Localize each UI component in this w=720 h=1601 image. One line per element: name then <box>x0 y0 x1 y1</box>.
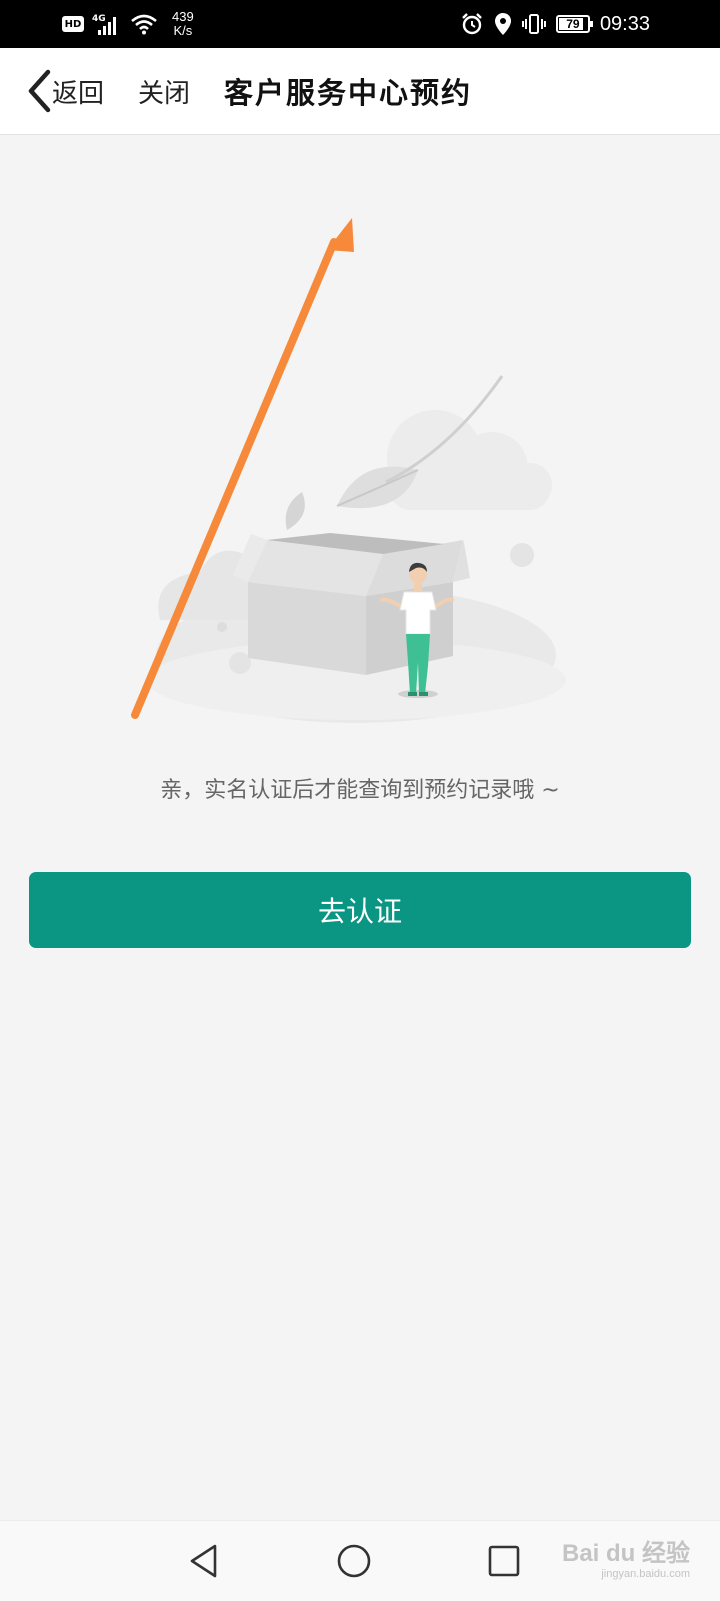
baidu-watermark: Bai du 经验 jingyan.baidu.com <box>562 1533 690 1580</box>
empty-state-illustration <box>131 218 566 723</box>
bubble <box>217 622 227 632</box>
triangle-back-icon <box>190 1544 217 1578</box>
alarm-icon <box>462 13 482 35</box>
square-recents-icon <box>488 1545 520 1577</box>
network-type-label: 4G <box>92 14 106 24</box>
wifi-icon <box>131 14 157 35</box>
nav-back-button[interactable] <box>184 1541 224 1581</box>
nav-header: 返回 关闭 客户服务中心预约 <box>0 48 720 135</box>
back-button[interactable]: 返回 <box>26 68 104 114</box>
watermark-url: jingyan.baidu.com <box>601 1568 690 1580</box>
bubble <box>229 652 251 674</box>
status-left: HD 4G 439 K/s <box>62 8 194 40</box>
net-speed-value: 439 <box>172 9 194 24</box>
chevron-left-icon <box>28 69 51 113</box>
hd-icon: HD <box>62 16 84 32</box>
page-title: 客户服务中心预约 <box>224 76 473 110</box>
status-right: 79 09:33 <box>460 8 650 40</box>
close-button[interactable]: 关闭 <box>138 68 190 114</box>
vibrate-icon <box>521 14 546 34</box>
net-speed: 439 K/s <box>172 10 194 38</box>
nav-home-button[interactable] <box>334 1541 374 1581</box>
nav-recents-button[interactable] <box>484 1541 524 1581</box>
close-label: 关闭 <box>138 78 191 109</box>
battery-level: 79 <box>566 17 580 31</box>
battery-icon: 79 <box>555 15 593 33</box>
net-speed-unit: K/s <box>173 23 193 38</box>
clock: 09:33 <box>599 12 650 35</box>
cloud-icon <box>387 410 552 510</box>
status-bar: HD 4G 439 K/s 79 09:33 <box>0 0 720 48</box>
cellular-signal-icon: 4G <box>92 14 116 35</box>
back-label: 返回 <box>52 78 105 109</box>
system-nav-bar: Bai du 经验 jingyan.baidu.com <box>0 1520 720 1601</box>
small-leaf-icon <box>285 492 305 530</box>
verify-button[interactable]: 去认证 <box>29 872 691 948</box>
empty-state-message: 亲，实名认证后才能查询到预约记录哦 ~ <box>160 778 560 803</box>
watermark-brand: Bai du 经验 <box>561 1540 690 1567</box>
location-icon <box>494 13 511 35</box>
bubble <box>510 543 534 567</box>
circle-home-icon <box>337 1544 371 1578</box>
